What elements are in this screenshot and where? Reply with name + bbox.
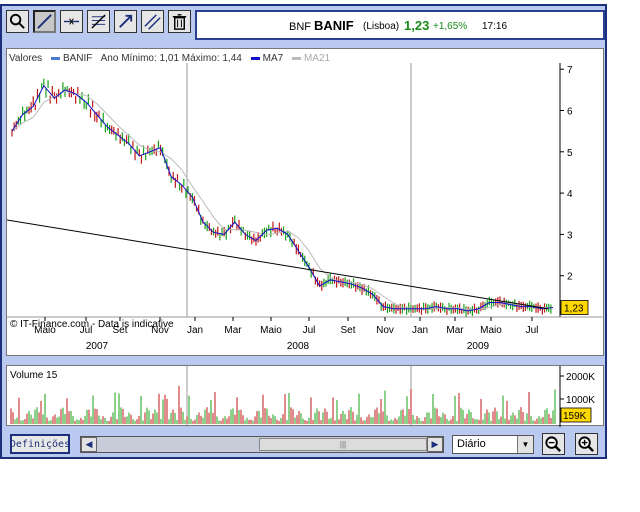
- volume-tick-label: 2000K: [566, 372, 595, 383]
- horizontal-line-icon: [63, 18, 80, 25]
- zoom-out-icon: [545, 435, 561, 452]
- quote-time: 17:16: [482, 21, 508, 32]
- chevron-down-icon[interactable]: ▼: [517, 436, 533, 453]
- legend-swatch-banif: [50, 56, 60, 60]
- chart-window: BNF BANIF (Lisboa) 1,23 +1,65% 17:16 2 3 4…: [0, 4, 607, 459]
- price-tag-label: 1,23: [564, 304, 584, 315]
- period-select[interactable]: Diário ▼: [452, 435, 534, 454]
- time-scrollbar[interactable]: ◀ ||| ▶: [80, 436, 444, 453]
- fibonacci-levels-icon: [91, 14, 106, 29]
- legend-item-ma7: MA7: [250, 53, 284, 64]
- quote-panel: BNF BANIF (Lisboa) 1,23 +1,65% 17:16: [195, 10, 605, 40]
- x-tick-label: Jan: [187, 325, 203, 336]
- legend-item-ma21: MA21: [291, 53, 331, 64]
- price-candles: [11, 78, 552, 317]
- settings-button[interactable]: Definições: [10, 434, 70, 454]
- price-chart[interactable]: 2 3 4 5 6 7 1,23 Maio Jul Set Nov Jan Mar Maio Jul Set N…: [6, 48, 604, 356]
- x-year-label: 2008: [287, 341, 310, 352]
- scroll-left-button[interactable]: ◀: [81, 437, 97, 452]
- legend-swatch-ma21: [291, 56, 301, 60]
- y-tick-label: 5: [567, 148, 573, 159]
- quote-change: +1,65%: [433, 21, 468, 32]
- x-tick-label: Jan: [412, 325, 428, 336]
- x-tick-label: Nov: [376, 325, 394, 336]
- trash-icon: [172, 14, 187, 30]
- volume-tag-label: 159K: [563, 411, 587, 422]
- arrow-right-icon: ▶: [431, 439, 439, 449]
- x-year-label: 2007: [86, 341, 109, 352]
- volume-bars: [10, 385, 556, 424]
- legend-item-range: Ano Mínimo: 1,01 Máximo: 1,44: [100, 53, 242, 64]
- period-value: Diário: [457, 438, 486, 450]
- legend-label-ma21: MA21: [303, 53, 331, 64]
- x-tick-label: Jul: [526, 325, 539, 336]
- fibonacci-tool-button[interactable]: [87, 10, 110, 33]
- zoom-tool-button[interactable]: [6, 10, 29, 33]
- legend-item-banif: BANIF: [50, 53, 93, 64]
- quote-name: BANIF: [314, 18, 354, 33]
- x-tick-label: Mar: [446, 325, 464, 336]
- diagonal-line-icon: [37, 14, 52, 29]
- y-tick-label: 2: [567, 272, 573, 283]
- volume-chart[interactable]: 2000K 1000K 159K Volume 15: [6, 365, 605, 427]
- scroll-right-button[interactable]: ▶: [427, 437, 443, 452]
- volume-chart-canvas[interactable]: 2000K 1000K 159K: [7, 366, 605, 427]
- quote-price: 1,23: [404, 18, 430, 33]
- ma21-line: [11, 90, 554, 310]
- x-tick-label: Jul: [303, 325, 316, 336]
- x-tick-label: Maio: [480, 325, 502, 336]
- parallel-lines-icon: [144, 14, 161, 30]
- zoom-in-button[interactable]: [575, 433, 598, 455]
- legend-title: Valores: [9, 53, 43, 64]
- volume-label: Volume 15: [10, 370, 58, 381]
- data-credit: © IT-Finance.com - Data is indicative: [10, 319, 174, 330]
- arrow-line-icon: [119, 14, 133, 28]
- y-tick-label: 4: [567, 189, 573, 200]
- x-tick-label: Maio: [260, 325, 282, 336]
- scroll-thumb[interactable]: |||: [259, 438, 427, 451]
- zoom-out-button[interactable]: [542, 433, 565, 455]
- volume-tick-label: 1000K: [566, 395, 595, 406]
- legend-label-banif: BANIF: [62, 53, 93, 64]
- chart-legend: Valores BANIF Ano Mínimo: 1,01 Máximo: 1…: [9, 53, 336, 64]
- draw-line-tool-button[interactable]: [33, 10, 56, 33]
- x-year-label: 2009: [467, 341, 490, 352]
- price-chart-canvas[interactable]: 2345671,23Maio Jul Set Nov Jan Mar Maio Jul Set N…: [7, 49, 605, 357]
- y-tick-label: 7: [567, 65, 573, 76]
- trend-arrow-tool-button[interactable]: [114, 10, 137, 33]
- delete-tool-button[interactable]: [168, 10, 191, 33]
- arrow-left-icon: ◀: [85, 439, 93, 449]
- parallel-lines-tool-button[interactable]: [141, 10, 164, 33]
- quote-code: BNF: [289, 21, 311, 33]
- y-tick-label: 6: [567, 106, 573, 117]
- y-tick-label: 3: [567, 230, 573, 241]
- ma7-line: [11, 84, 554, 312]
- magnifier-cursor-icon: [9, 13, 25, 29]
- x-tick-label: Set: [340, 325, 355, 336]
- x-tick-label: Mar: [224, 325, 242, 336]
- zoom-in-icon: [578, 435, 594, 452]
- quote-exchange: (Lisboa): [363, 21, 400, 32]
- horizontal-line-tool-button[interactable]: [60, 10, 83, 33]
- legend-label-ma7: MA7: [262, 53, 284, 64]
- legend-swatch-ma7: [250, 56, 260, 60]
